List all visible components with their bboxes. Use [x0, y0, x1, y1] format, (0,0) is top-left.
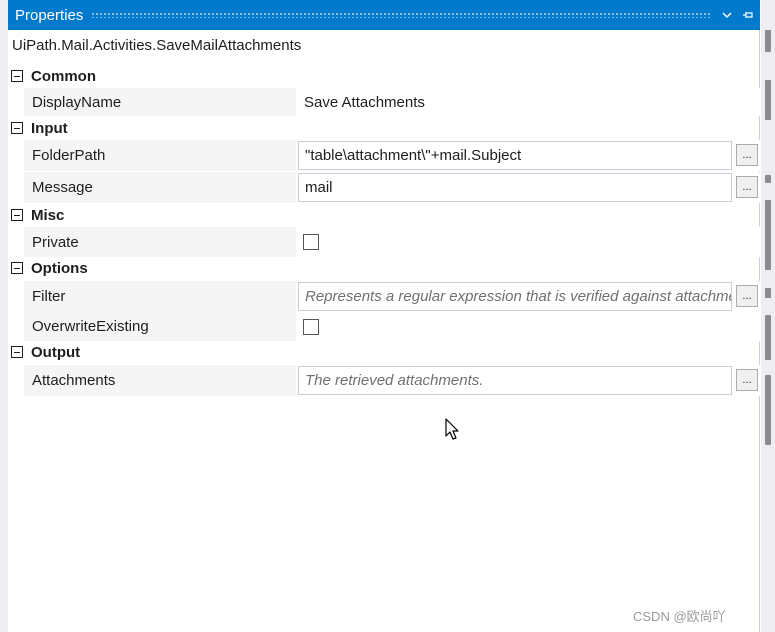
dock-tab-mark — [765, 175, 771, 183]
collapse-icon[interactable] — [11, 122, 23, 134]
dock-tab-mark — [765, 30, 771, 52]
property-row-attachments: Attachments The retrieved attachments. .… — [24, 365, 760, 396]
collapse-icon[interactable] — [11, 346, 23, 358]
property-value-displayname[interactable]: Save Attachments — [296, 88, 760, 116]
property-value-folderpath: "table\attachment\"+mail.Subject ... — [296, 140, 760, 171]
category-options[interactable]: Options — [8, 257, 760, 279]
watermark: CSDN @欧尚吖 — [633, 609, 726, 624]
left-dock-strip — [0, 0, 8, 632]
collapse-icon[interactable] — [11, 262, 23, 274]
property-name: Message — [32, 179, 93, 196]
category-label: Output — [31, 343, 81, 361]
property-name: FolderPath — [32, 147, 106, 164]
properties-panel: Properties UiPath.Mail.Activities.SaveMa… — [8, 0, 760, 632]
folderpath-input[interactable]: "table\attachment\"+mail.Subject — [298, 141, 732, 170]
property-value-overwriteexisting — [296, 312, 760, 341]
property-value-filter: Represents a regular expression that is … — [296, 281, 760, 312]
message-input[interactable]: mail — [298, 173, 732, 202]
filter-input[interactable]: Represents a regular expression that is … — [298, 282, 732, 311]
property-row-folderpath: FolderPath "table\attachment\"+mail.Subj… — [24, 140, 760, 171]
property-name: OverwriteExisting — [32, 318, 149, 335]
right-dock-tabs[interactable] — [761, 0, 775, 632]
property-row-message: Message mail ... — [24, 172, 760, 203]
dock-tab-mark — [765, 200, 771, 270]
collapse-icon[interactable] — [11, 209, 23, 221]
category-common[interactable]: Common — [8, 65, 760, 87]
property-row-private: Private — [24, 227, 760, 257]
property-name: Filter — [32, 288, 66, 305]
pin-icon[interactable] — [739, 6, 757, 24]
dock-tab-mark — [765, 288, 771, 298]
property-value-private — [296, 227, 760, 257]
category-label: Options — [31, 259, 88, 277]
filter-ellipsis-button[interactable]: ... — [736, 285, 758, 307]
category-label: Misc — [31, 206, 65, 224]
property-name: Attachments — [32, 372, 116, 389]
attachments-ellipsis-button[interactable]: ... — [736, 369, 758, 391]
property-value-attachments: The retrieved attachments. ... — [296, 365, 760, 396]
panel-titlebar[interactable]: Properties — [8, 0, 760, 30]
property-row-overwriteexisting: OverwriteExisting — [24, 312, 760, 341]
chevron-down-icon[interactable] — [718, 6, 736, 24]
property-value-message: mail ... — [296, 172, 760, 203]
activity-type-name: UiPath.Mail.Activities.SaveMailAttachmen… — [12, 37, 302, 54]
dock-tab-mark — [765, 315, 771, 360]
message-ellipsis-button[interactable]: ... — [736, 176, 758, 198]
mouse-pointer-icon — [445, 418, 463, 446]
dock-tab-mark — [765, 80, 771, 120]
private-checkbox[interactable] — [303, 234, 319, 250]
attachments-input[interactable]: The retrieved attachments. — [298, 366, 732, 395]
property-row-displayname: DisplayName Save Attachments — [24, 88, 760, 116]
displayname-value[interactable]: Save Attachments — [296, 94, 425, 111]
dock-tab-mark — [765, 375, 771, 445]
property-name: Private — [32, 233, 79, 251]
panel-title: Properties — [15, 6, 84, 24]
titlebar-grip[interactable] — [91, 12, 710, 18]
overwriteexisting-checkbox[interactable] — [303, 318, 319, 335]
category-input[interactable]: Input — [8, 117, 760, 139]
property-name: DisplayName — [32, 93, 122, 111]
collapse-icon[interactable] — [11, 70, 23, 82]
category-misc[interactable]: Misc — [8, 204, 760, 226]
folderpath-ellipsis-button[interactable]: ... — [736, 144, 758, 166]
category-output[interactable]: Output — [8, 341, 760, 363]
category-label: Input — [31, 119, 68, 137]
property-row-filter: Filter Represents a regular expression t… — [24, 281, 760, 312]
category-label: Common — [31, 67, 96, 85]
